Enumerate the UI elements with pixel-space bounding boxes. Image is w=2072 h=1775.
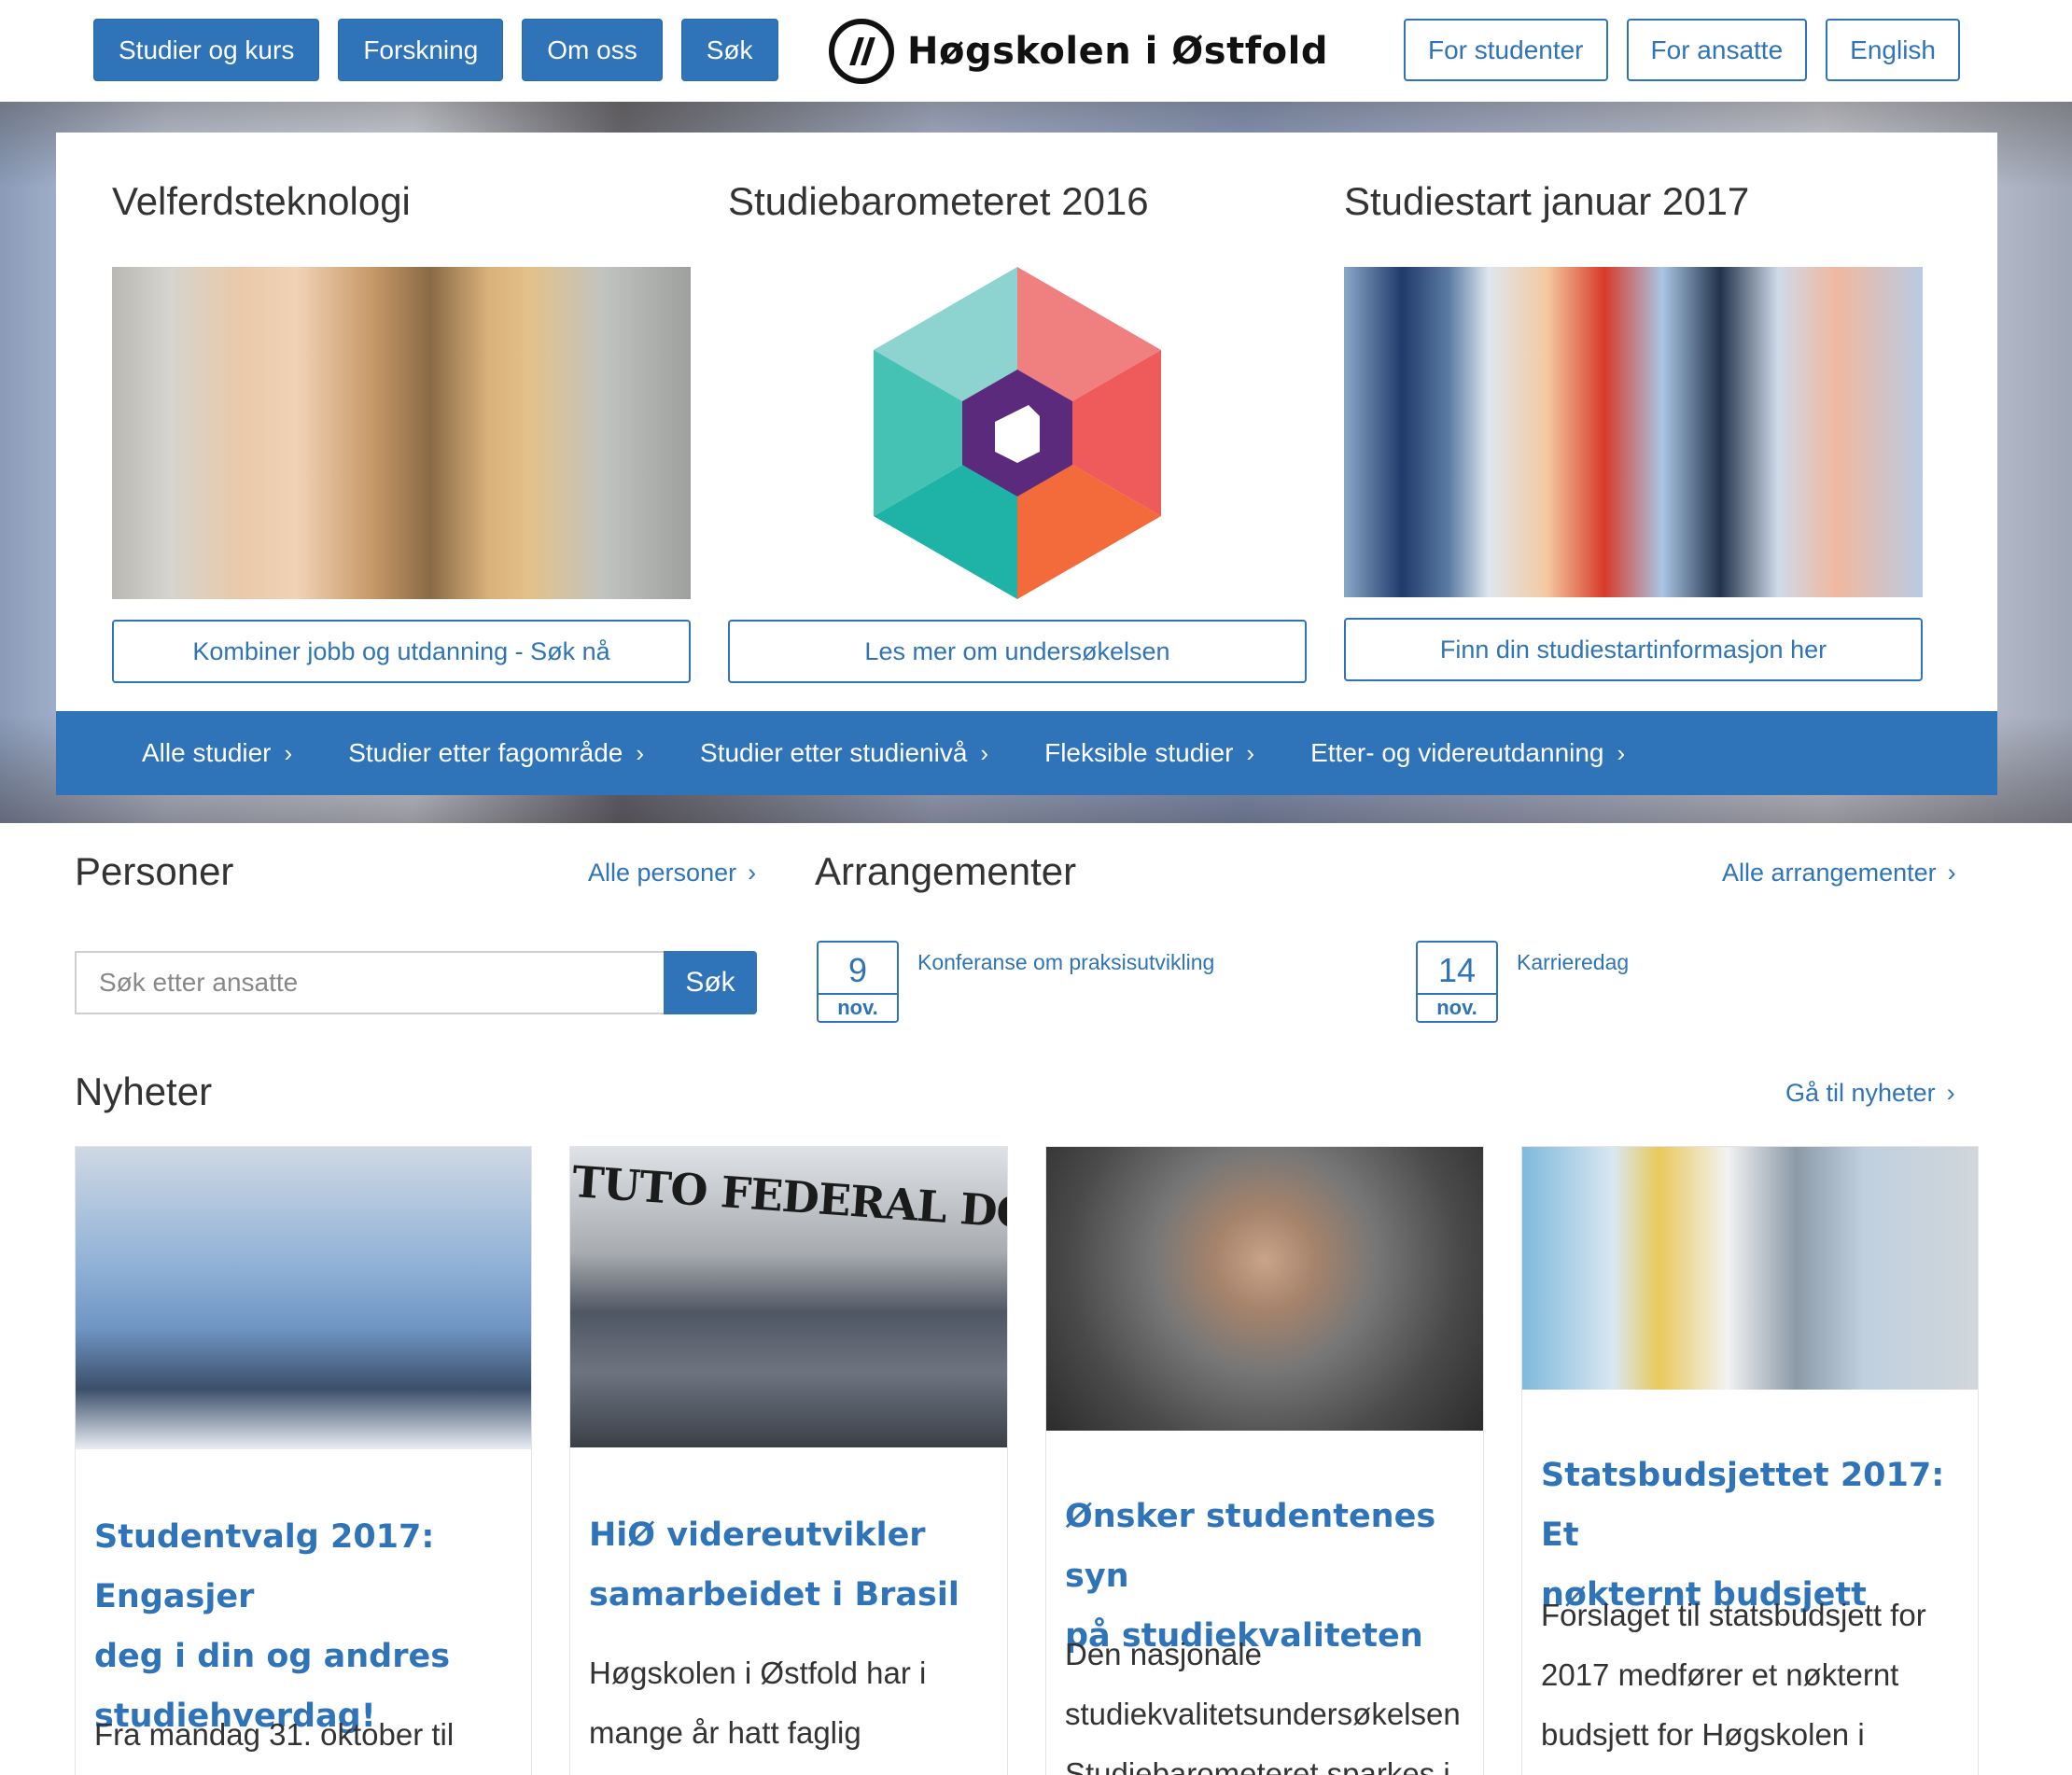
news-card[interactable]: Studentvalg 2017: Engasjer deg i din og … [75,1146,532,1775]
text-line: mange år hatt faglig [589,1715,861,1750]
news-image[interactable]: TUTO FEDERAL DO ESPÍRITO SANTO [570,1147,1007,1447]
feature-title: Studiestart januar 2017 [1344,179,1750,223]
studiebarometeret-logo[interactable] [728,267,1307,599]
chevron-right-icon: › [1947,859,1956,887]
hero-card: Velferdsteknologi Kombiner jobb og utdan… [56,133,1997,795]
text-line: budsjett for Høgskolen i [1541,1717,1865,1752]
text-line: Den nasjonale [1065,1637,1262,1671]
primary-nav: Studier og kurs Forskning Om oss Søk [93,19,778,81]
category-etter-videreutdanning[interactable]: Etter- og videreutdanning › [1310,738,1625,768]
chevron-right-icon: › [748,859,757,887]
feature-button[interactable]: Finn din studiestartinformasjon her [1344,618,1923,681]
nav-om-oss[interactable]: Om oss [522,19,663,81]
title-line: Studentvalg 2017: Engasjer [94,1518,435,1615]
feature-title: Velferdsteknologi [112,179,411,223]
arrangementer-heading: Arrangementer [815,849,1077,893]
category-label: Alle studier [142,738,272,767]
news-image[interactable] [76,1147,531,1449]
feature-title: Studiebarometeret 2016 [728,179,1149,223]
alle-arrangementer-link[interactable]: Alle arrangementer › [1722,859,1956,888]
feature-image[interactable] [1344,267,1923,597]
title-line: Ønsker studentenes syn [1065,1498,1436,1595]
text-line: Høgskolen i Østfold har i [589,1656,927,1690]
study-category-bar: Alle studier › Studier etter fagområde › S… [56,711,1997,795]
nav-sok[interactable]: Søk [680,19,778,81]
news-excerpt: Fra mandag 31. oktober til [94,1705,454,1765]
alle-personer-link[interactable]: Alle personer › [588,859,756,888]
news-image[interactable] [1046,1147,1483,1431]
text-line: Fra mandag 31. oktober til [94,1717,455,1752]
event-day: 9 [847,951,868,989]
text-line: Forslaget til statsbudsjett for [1541,1598,1926,1632]
feature-image[interactable] [112,267,691,599]
chevron-right-icon: › [1946,1079,1955,1107]
event-link[interactable]: Konferanse om praksisutvikling [917,950,1214,975]
title-line: Statsbudsjettet 2017: Et [1541,1457,1945,1554]
event-link[interactable]: Karrieredag [1517,950,1629,975]
category-fagomrade[interactable]: Studier etter fagområde › [348,738,644,768]
feature-button[interactable]: Kombiner jobb og utdanning - Søk nå [112,620,691,683]
category-label: Studier etter studienivå [700,738,968,767]
ga-til-nyheter-link[interactable]: Gå til nyheter › [1785,1079,1955,1108]
link-label: Alle arrangementer [1722,859,1937,887]
text-line: 2017 medfører et nøkternt [1541,1657,1899,1692]
news-excerpt: Den nasjonale studiekvalitetsundersøkels… [1065,1625,1461,1775]
event-month: nov. [819,993,897,1021]
text-line: Studiebarometeret sparkes i [1065,1756,1450,1775]
category-label: Studier etter fagområde [348,738,623,767]
hexagon-logo-icon [874,267,1161,599]
news-card[interactable]: TUTO FEDERAL DO ESPÍRITO SANTO HiØ vider… [569,1146,1008,1775]
chevron-right-icon: › [1246,738,1255,767]
chevron-right-icon: › [636,738,645,767]
news-card[interactable]: Statsbudsjettet 2017: Et nøkternt budsje… [1521,1146,1979,1775]
link-label: Gå til nyheter [1785,1079,1936,1107]
hiof-logo-icon [829,19,894,84]
search-button[interactable]: Søk [664,951,757,1014]
chevron-right-icon: › [1617,738,1626,767]
news-excerpt: Forslaget til statsbudsjett for 2017 med… [1541,1586,1926,1765]
feature-button[interactable]: Les mer om undersøkelsen [728,620,1307,683]
nav-studier-og-kurs[interactable]: Studier og kurs [93,19,320,81]
link-label: Alle personer [588,859,737,887]
building-sign: TUTO FEDERAL DO ESPÍRITO SANTO [570,1156,1008,1269]
chevron-right-icon: › [284,738,293,767]
event-date[interactable]: 14 nov. [1416,941,1498,1023]
category-studieniva[interactable]: Studier etter studienivå › [700,738,988,768]
nyheter-heading: Nyheter [75,1069,213,1113]
title-line: HiØ videreutvikler [589,1516,926,1554]
category-label: Fleksible studier [1044,738,1234,767]
nav-forskning[interactable]: Forskning [338,19,504,81]
site-header: Studier og kurs Forskning Om oss Søk Høg… [0,0,2072,102]
news-excerpt: Høgskolen i Østfold har i mange år hatt … [589,1643,926,1763]
audience-nav: For studenter For ansatte English [1403,19,1960,81]
title-line: deg i din og andres [94,1638,451,1675]
chevron-right-icon: › [980,738,989,767]
news-title[interactable]: HiØ videreutvikler samarbeidet i Brasil [589,1505,959,1625]
logo-text: Høgskolen i Østfold [907,30,1328,73]
nav-for-ansatte[interactable]: For ansatte [1626,19,1808,81]
title-line: samarbeidet i Brasil [589,1576,959,1614]
text-line: studiekvalitetsundersøkelsen [1065,1697,1461,1731]
event-month: nov. [1418,993,1496,1021]
site-logo[interactable]: Høgskolen i Østfold [829,19,1328,84]
person-search: Søk [75,951,757,1014]
search-input[interactable] [75,951,664,1014]
category-alle-studier[interactable]: Alle studier › [142,738,292,768]
personer-heading: Personer [75,849,234,893]
nav-english[interactable]: English [1826,19,1960,81]
category-label: Etter- og videreutdanning [1310,738,1604,767]
news-card[interactable]: Ønsker studentenes syn på studiekvalitet… [1045,1146,1484,1775]
news-image[interactable] [1522,1147,1978,1390]
event-date[interactable]: 9 nov. [817,941,899,1023]
category-fleksible[interactable]: Fleksible studier › [1044,738,1254,768]
event-day: 14 [1437,951,1477,989]
nav-for-studenter[interactable]: For studenter [1403,19,1608,81]
